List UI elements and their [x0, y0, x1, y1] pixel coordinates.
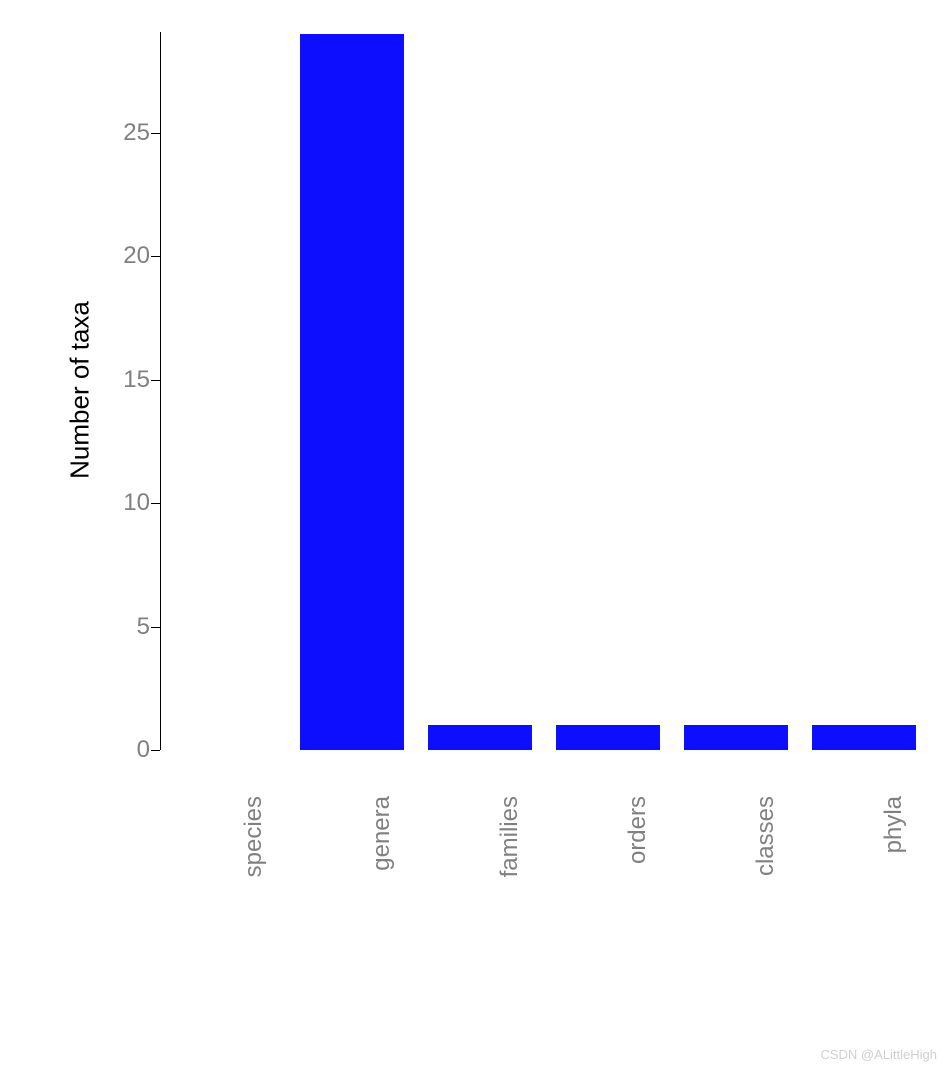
y-tick: [151, 133, 160, 134]
x-tick-label-classes: classes: [752, 796, 780, 906]
y-tick-label: 0: [137, 736, 150, 764]
y-axis-label: Number of taxa: [65, 301, 96, 479]
bar-orders: [556, 725, 660, 750]
y-tick: [151, 380, 160, 381]
plot-area: [160, 32, 912, 750]
y-tick: [151, 256, 160, 257]
y-tick-label: 20: [123, 242, 150, 270]
bar-families: [428, 725, 532, 750]
bar-classes: [684, 725, 788, 750]
bar-genera: [300, 34, 404, 750]
bar-phyla: [812, 725, 916, 750]
y-tick-label: 10: [123, 489, 150, 517]
y-tick: [151, 503, 160, 504]
x-tick-label-orders: orders: [624, 796, 652, 906]
y-tick-label: 25: [123, 119, 150, 147]
y-tick: [151, 627, 160, 628]
y-tick: [151, 750, 160, 751]
x-tick-label-phyla: phyla: [880, 796, 908, 906]
bar-chart: Number of taxa 0 5 10 15 20 25 species genera f…: [0, 0, 952, 1070]
x-tick-label-species: species: [240, 796, 268, 906]
x-tick-label-genera: genera: [368, 796, 396, 906]
x-tick-label-families: families: [496, 796, 524, 906]
y-tick-label: 15: [123, 366, 150, 394]
y-tick-label: 5: [137, 613, 150, 641]
watermark-text: CSDN @ALittleHigh: [820, 1047, 937, 1062]
